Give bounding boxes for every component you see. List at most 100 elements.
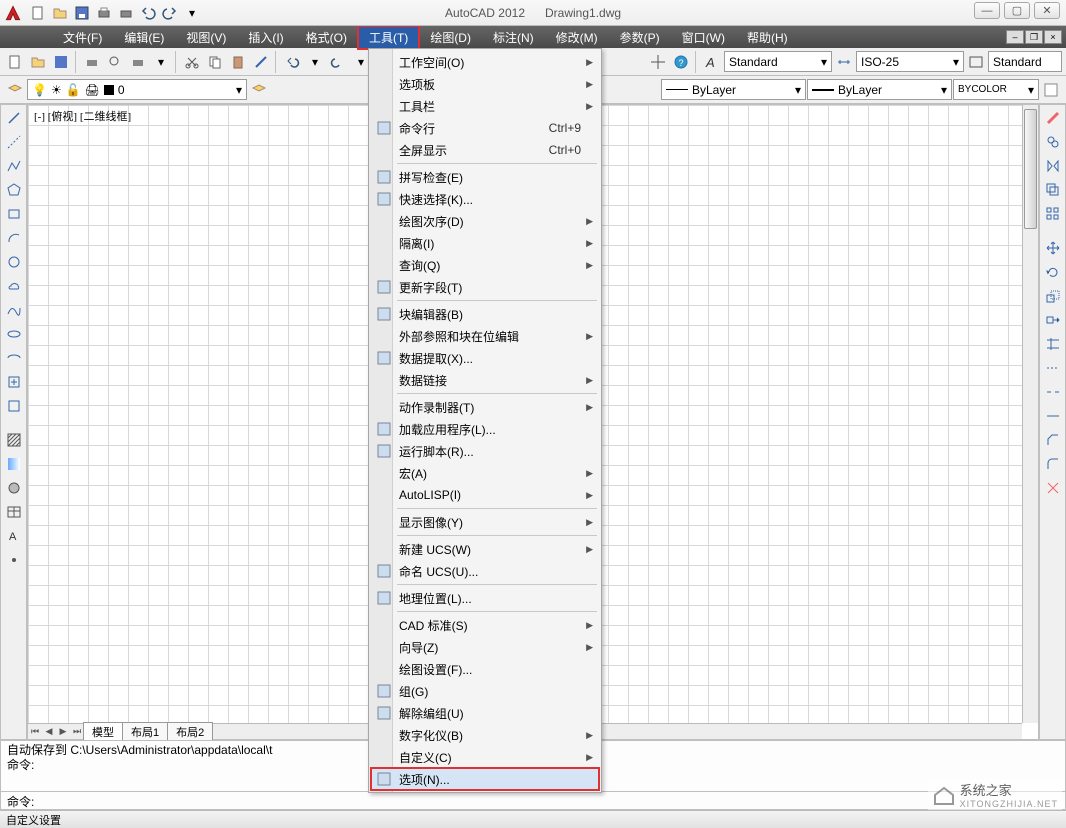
text-style-combo[interactable]: Standard▾: [724, 51, 832, 72]
qat-undo-icon[interactable]: [138, 3, 158, 23]
viewport-label[interactable]: [-] [俯视] [二维线框]: [34, 108, 131, 124]
menu-item-显示图像(Y)[interactable]: 显示图像(Y)▶: [371, 511, 599, 533]
menu-item-新建 UCS(W)[interactable]: 新建 UCS(W)▶: [371, 538, 599, 560]
menu-item-隔离(I)[interactable]: 隔离(I)▶: [371, 232, 599, 254]
menu-标注(N)[interactable]: 标注(N): [482, 26, 545, 49]
menu-修改(M)[interactable]: 修改(M): [545, 26, 609, 49]
menu-参数(P)[interactable]: 参数(P): [609, 26, 671, 49]
preview-icon[interactable]: [104, 51, 126, 73]
fillet-icon[interactable]: [1042, 453, 1064, 475]
menu-item-工作空间(O)[interactable]: 工作空间(O)▶: [371, 51, 599, 73]
tab-layout1[interactable]: 布局1: [122, 722, 168, 741]
color-control-icon[interactable]: [1040, 79, 1062, 101]
menu-item-查询(Q)[interactable]: 查询(Q)▶: [371, 254, 599, 276]
menu-item-命令行[interactable]: 命令行Ctrl+9: [371, 117, 599, 139]
undo-drop-icon[interactable]: ▾: [304, 51, 326, 73]
menu-item-AutoLISP(I)[interactable]: AutoLISP(I)▶: [371, 484, 599, 506]
chamfer-icon[interactable]: [1042, 429, 1064, 451]
qat-new-icon[interactable]: [28, 3, 48, 23]
table-icon[interactable]: [3, 501, 25, 523]
tab-model[interactable]: 模型: [83, 722, 123, 741]
join-icon[interactable]: [1042, 405, 1064, 427]
close-button[interactable]: ✕: [1034, 2, 1060, 19]
menu-item-自定义(C)[interactable]: 自定义(C)▶: [371, 746, 599, 768]
offset-icon[interactable]: [1042, 179, 1064, 201]
menu-item-全屏显示[interactable]: 全屏显示Ctrl+0: [371, 139, 599, 161]
tab-next-icon[interactable]: ▶: [56, 725, 70, 739]
break-icon[interactable]: [1042, 381, 1064, 403]
menu-item-宏(A)[interactable]: 宏(A)▶: [371, 462, 599, 484]
save-icon[interactable]: [50, 51, 72, 73]
redo-icon[interactable]: [327, 51, 349, 73]
ellipse-arc-icon[interactable]: [3, 347, 25, 369]
vertical-scrollbar[interactable]: [1022, 105, 1038, 723]
maximize-button[interactable]: ▢: [1004, 2, 1030, 19]
table-style-combo[interactable]: Standard: [988, 51, 1062, 72]
qat-dropdown-icon[interactable]: ▾: [182, 3, 202, 23]
undo-icon[interactable]: [281, 51, 303, 73]
qat-open-icon[interactable]: [50, 3, 70, 23]
open-icon[interactable]: [27, 51, 49, 73]
construction-line-icon[interactable]: [3, 131, 25, 153]
menu-窗口(W)[interactable]: 窗口(W): [671, 26, 736, 49]
qat-save-icon[interactable]: [72, 3, 92, 23]
mdi-restore-button[interactable]: ❐: [1025, 30, 1043, 44]
menu-item-拼写检查(E)[interactable]: 拼写检查(E): [371, 166, 599, 188]
stretch-icon[interactable]: [1042, 309, 1064, 331]
qat-redo-icon[interactable]: [160, 3, 180, 23]
arc-icon[interactable]: [3, 227, 25, 249]
menu-item-运行脚本(R)...[interactable]: 运行脚本(R)...: [371, 440, 599, 462]
tab-last-icon[interactable]: ⏭: [70, 725, 84, 739]
rotate-icon[interactable]: [1042, 261, 1064, 283]
menu-item-数据提取(X)...[interactable]: 数据提取(X)...: [371, 347, 599, 369]
mdi-minimize-button[interactable]: –: [1006, 30, 1024, 44]
dim-style-icon[interactable]: [833, 51, 855, 73]
copy-obj-icon[interactable]: [1042, 131, 1064, 153]
polyline-icon[interactable]: [3, 155, 25, 177]
3dprint-icon[interactable]: ▾: [150, 51, 172, 73]
minimize-button[interactable]: —: [974, 2, 1000, 19]
menu-item-选项板[interactable]: 选项板▶: [371, 73, 599, 95]
menu-item-工具栏[interactable]: 工具栏▶: [371, 95, 599, 117]
menu-帮助(H)[interactable]: 帮助(H): [736, 26, 799, 49]
menu-文件(F)[interactable]: 文件(F): [52, 26, 113, 49]
menu-item-更新字段(T)[interactable]: 更新字段(T): [371, 276, 599, 298]
insert-block-icon[interactable]: [3, 371, 25, 393]
menu-item-解除编组(U)[interactable]: 解除编组(U): [371, 702, 599, 724]
mdi-close-button[interactable]: ×: [1044, 30, 1062, 44]
scale-icon[interactable]: [1042, 285, 1064, 307]
menu-item-组(G)[interactable]: 组(G): [371, 680, 599, 702]
gradient-icon[interactable]: [3, 453, 25, 475]
menu-视图(V)[interactable]: 视图(V): [175, 26, 237, 49]
bycolor-combo[interactable]: BYCOLOR▾: [953, 79, 1039, 100]
make-block-icon[interactable]: [3, 395, 25, 417]
menu-格式(O)[interactable]: 格式(O): [295, 26, 358, 49]
bylayer-combo-1[interactable]: ByLayer▾: [661, 79, 806, 100]
multiline-text-icon[interactable]: A: [3, 525, 25, 547]
menu-工具(T)[interactable]: 工具(T): [358, 26, 419, 49]
bylayer-combo-2[interactable]: ByLayer▾: [807, 79, 952, 100]
command-input[interactable]: 命令:: [0, 792, 1066, 810]
menu-item-快速选择(K)...[interactable]: 快速选择(K)...: [371, 188, 599, 210]
layer-tools-icon[interactable]: [248, 79, 270, 101]
menu-item-块编辑器(B)[interactable]: 块编辑器(B): [371, 303, 599, 325]
publish-icon[interactable]: [127, 51, 149, 73]
menu-item-绘图次序(D)[interactable]: 绘图次序(D)▶: [371, 210, 599, 232]
point-icon[interactable]: [3, 549, 25, 571]
tab-first-icon[interactable]: ⏮: [28, 725, 42, 739]
new-icon[interactable]: [4, 51, 26, 73]
menu-item-数据链接[interactable]: 数据链接▶: [371, 369, 599, 391]
explode-icon[interactable]: [1042, 477, 1064, 499]
menu-item-绘图设置(F)...[interactable]: 绘图设置(F)...: [371, 658, 599, 680]
trim-icon[interactable]: [1042, 333, 1064, 355]
menu-item-选项(N)...[interactable]: 选项(N)...: [371, 768, 599, 790]
menu-item-动作录制器(T)[interactable]: 动作录制器(T)▶: [371, 396, 599, 418]
help-icon[interactable]: ?: [670, 51, 692, 73]
line-icon[interactable]: [3, 107, 25, 129]
menu-插入(I)[interactable]: 插入(I): [237, 26, 294, 49]
qat-print-icon[interactable]: [94, 3, 114, 23]
revision-cloud-icon[interactable]: [3, 275, 25, 297]
paste-icon[interactable]: [227, 51, 249, 73]
menu-编辑(E)[interactable]: 编辑(E): [113, 26, 175, 49]
hatch-icon[interactable]: [3, 429, 25, 451]
